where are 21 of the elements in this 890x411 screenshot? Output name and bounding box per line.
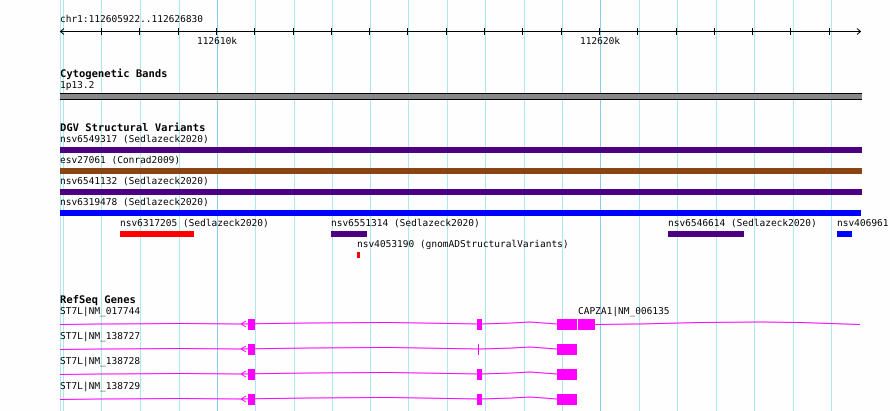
track-title: RefSeq Genes <box>60 294 137 306</box>
variant-label: nsv6549317 (Sedlazeck2020) <box>60 134 210 146</box>
variant-label: nsv6551314 (Sedlazeck2020) <box>331 218 480 230</box>
variant-label: nsv6546614 (Sedlazeck2020) <box>668 218 817 230</box>
band-label: 1p13.2 <box>60 80 96 92</box>
gene-label: ST7L|NM_138727 <box>60 331 140 343</box>
tick-label: 112610k <box>196 36 238 48</box>
gene-label: ST7L|NM_138728 <box>60 356 140 368</box>
gene-label: CAPZA1|NM_006135 <box>578 306 670 318</box>
variant-label: nsv6319478 (Sedlazeck2020) <box>60 197 210 209</box>
tick-label: 112620k <box>580 36 620 48</box>
region-label: chr1:112605922..112626830 <box>60 14 204 26</box>
variant-label: nsv406961 <box>837 218 888 230</box>
track-title: DGV Structural Variants <box>60 122 206 134</box>
variant-label: nsv4053190 (gnomADStructuralVariants) <box>357 239 569 251</box>
variant-label: nsv6541132 (Sedlazeck2020) <box>60 176 210 188</box>
track-title: Cytogenetic Bands <box>60 68 168 80</box>
gene-label: ST7L|NM_138729 <box>60 381 140 393</box>
gene-label: ST7L|NM_017744 <box>60 306 140 318</box>
variant-label: nsv6317205 (Sedlazeck2020) <box>120 218 269 230</box>
variant-label: esv27061 (Conrad2009) <box>60 155 182 167</box>
